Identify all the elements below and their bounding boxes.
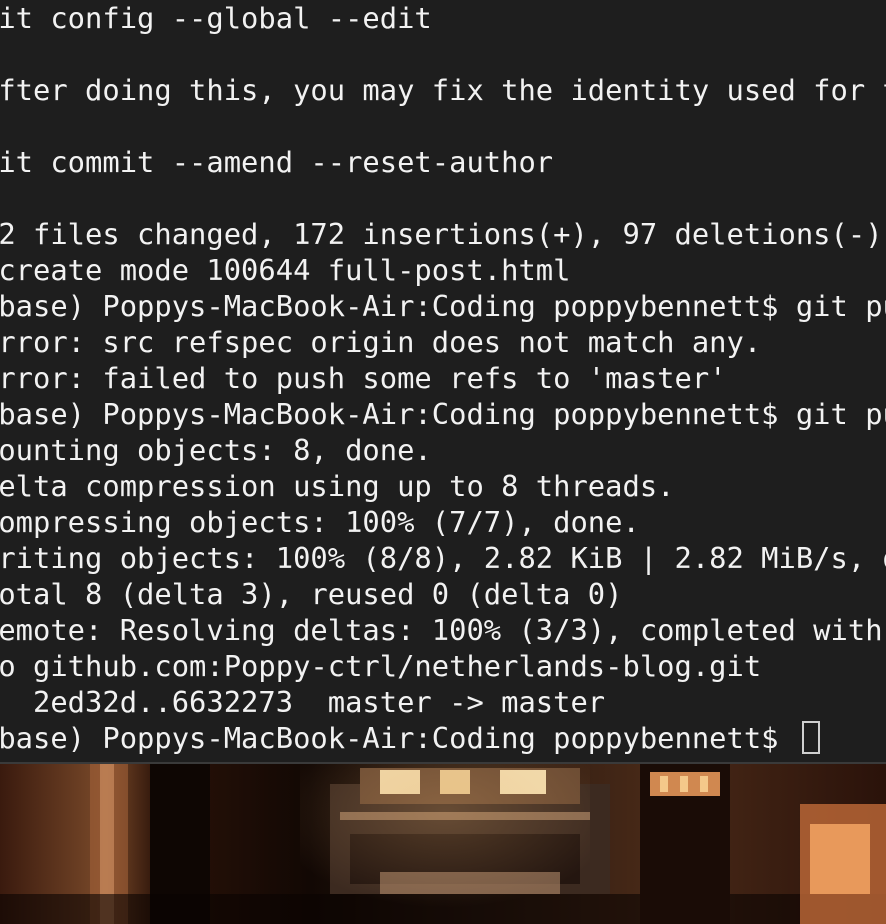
terminal-line: remote: Resolving deltas: 100% (3/3), co… — [0, 613, 883, 647]
terminal-line: 2ed32d..6632273 master -> master — [0, 685, 606, 719]
terminal-output: git config --global --edit After doing t… — [0, 0, 886, 756]
terminal-line: Delta compression using up to 8 threads. — [0, 469, 675, 503]
terminal-prompt: (base) Poppys-MacBook-Air:Coding poppybe… — [0, 721, 796, 755]
terminal-line: git config --global --edit — [0, 1, 432, 35]
terminal-line: Total 8 (delta 3), reused 0 (delta 0) — [0, 577, 623, 611]
terminal-line: Counting objects: 8, done. — [0, 433, 432, 467]
terminal-line: 2 files changed, 172 insertions(+), 97 d… — [0, 217, 883, 251]
terminal-prompt-line[interactable]: (base) Poppys-MacBook-Air:Coding poppybe… — [0, 720, 886, 756]
terminal-line: After doing this, you may fix the identi… — [0, 73, 886, 107]
background-photo — [0, 764, 886, 924]
terminal-line: git commit --amend --reset-author — [0, 145, 554, 179]
terminal-line: To github.com:Poppy-ctrl/netherlands-blo… — [0, 649, 762, 683]
terminal-line: Writing objects: 100% (8/8), 2.82 KiB | … — [0, 541, 886, 575]
terminal-line: Compressing objects: 100% (7/7), done. — [0, 505, 640, 539]
terminal-line: (base) Poppys-MacBook-Air:Coding poppybe… — [0, 289, 886, 323]
terminal-window[interactable]: git config --global --edit After doing t… — [0, 0, 886, 762]
terminal-line: error: failed to push some refs to 'mast… — [0, 361, 727, 395]
background-photo-image — [0, 764, 886, 924]
terminal-line: (base) Poppys-MacBook-Air:Coding poppybe… — [0, 397, 886, 431]
terminal-line: create mode 100644 full-post.html — [0, 253, 571, 287]
terminal-line: error: src refspec origin does not match… — [0, 325, 762, 359]
block-cursor-icon[interactable] — [801, 721, 820, 754]
